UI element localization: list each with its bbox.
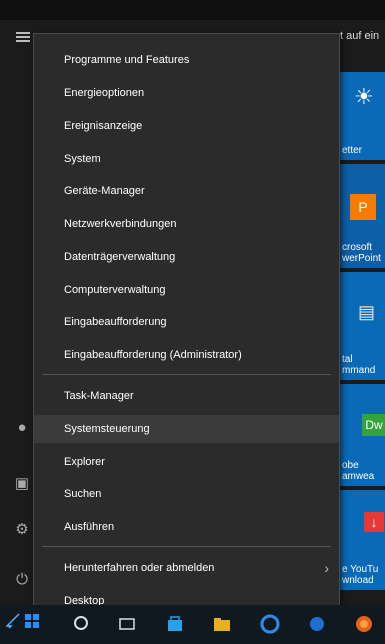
- menu-item-programs-features[interactable]: Programme und Features: [34, 46, 339, 74]
- menu-item-run[interactable]: Ausführen: [34, 513, 339, 541]
- menu-item-shutdown-signout[interactable]: Herunterfahren oder abmelden ›: [34, 554, 339, 582]
- menu-item-search[interactable]: Suchen: [34, 480, 339, 508]
- tile-youtube-downloader[interactable]: ↓ e YouTu wnload: [340, 490, 385, 590]
- tile-label: etter: [342, 145, 363, 156]
- settings-icon[interactable]: ⚙: [12, 520, 32, 540]
- download-icon: ↓: [364, 512, 384, 532]
- menu-item-task-manager[interactable]: Task-Manager: [34, 382, 339, 410]
- store-icon[interactable]: [163, 612, 187, 636]
- menu-item-command-prompt-admin[interactable]: Eingabeaufforderung (Administrator): [34, 341, 339, 369]
- menu-item-control-panel[interactable]: Systemsteuerung: [34, 415, 339, 443]
- menu-item-event-viewer[interactable]: Ereignisanzeige: [34, 112, 339, 140]
- menu-item-explorer[interactable]: Explorer: [34, 448, 339, 476]
- power-icon[interactable]: ⏻: [12, 570, 32, 590]
- app-taskbar-icon[interactable]: [305, 612, 329, 636]
- tiles-group-header: t auf ein: [340, 30, 380, 42]
- tile-label: tal mmand: [342, 354, 376, 376]
- chevron-right-icon: ›: [324, 560, 329, 576]
- menu-item-system[interactable]: System: [34, 145, 339, 173]
- tile-label: e YouTu wnload: [342, 564, 379, 586]
- menu-separator: [42, 546, 331, 547]
- tile-label: obe amwea: [342, 460, 375, 482]
- windows-start-icon[interactable]: [25, 614, 39, 628]
- task-view-icon[interactable]: [115, 612, 139, 636]
- menu-item-device-manager[interactable]: Geräte-Manager: [34, 177, 339, 205]
- menu-item-network-connections[interactable]: Netzwerkverbindungen: [34, 210, 339, 238]
- menu-item-power-options[interactable]: Energieoptionen: [34, 79, 339, 107]
- menu-item-label: Herunterfahren oder abmelden: [64, 562, 215, 574]
- tile-dreamweaver[interactable]: Dw obe amwea: [340, 384, 385, 486]
- menu-item-command-prompt[interactable]: Eingabeaufforderung: [34, 308, 339, 336]
- mouse-cursor-icon: [6, 613, 20, 629]
- menu-item-computer-management[interactable]: Computerverwaltung: [34, 276, 339, 304]
- menu-item-disk-management[interactable]: Datenträgerverwaltung: [34, 243, 339, 271]
- search-icon[interactable]: [70, 612, 94, 636]
- firefox-icon[interactable]: [352, 612, 376, 636]
- file-explorer-icon[interactable]: [210, 612, 234, 636]
- hamburger-menu-icon[interactable]: [16, 32, 30, 42]
- menu-separator: [42, 374, 331, 375]
- winx-context-menu: Programme und Features Energieoptionen E…: [33, 33, 340, 623]
- tile-command[interactable]: ▤ tal mmand: [340, 272, 385, 380]
- tile-weather[interactable]: ☀ etter: [340, 72, 385, 160]
- app-icon: ▤: [358, 302, 376, 322]
- dreamweaver-icon: Dw: [362, 414, 385, 436]
- edge-browser-icon[interactable]: [258, 612, 282, 636]
- documents-icon[interactable]: ▣: [12, 474, 32, 494]
- tile-powerpoint[interactable]: P crosoft werPoint: [340, 164, 385, 268]
- top-strip: [0, 0, 385, 20]
- tile-label: crosoft werPoint: [342, 242, 381, 264]
- powerpoint-icon: P: [350, 194, 376, 220]
- sun-icon: ☀: [354, 84, 374, 109]
- user-icon[interactable]: ●: [12, 418, 32, 438]
